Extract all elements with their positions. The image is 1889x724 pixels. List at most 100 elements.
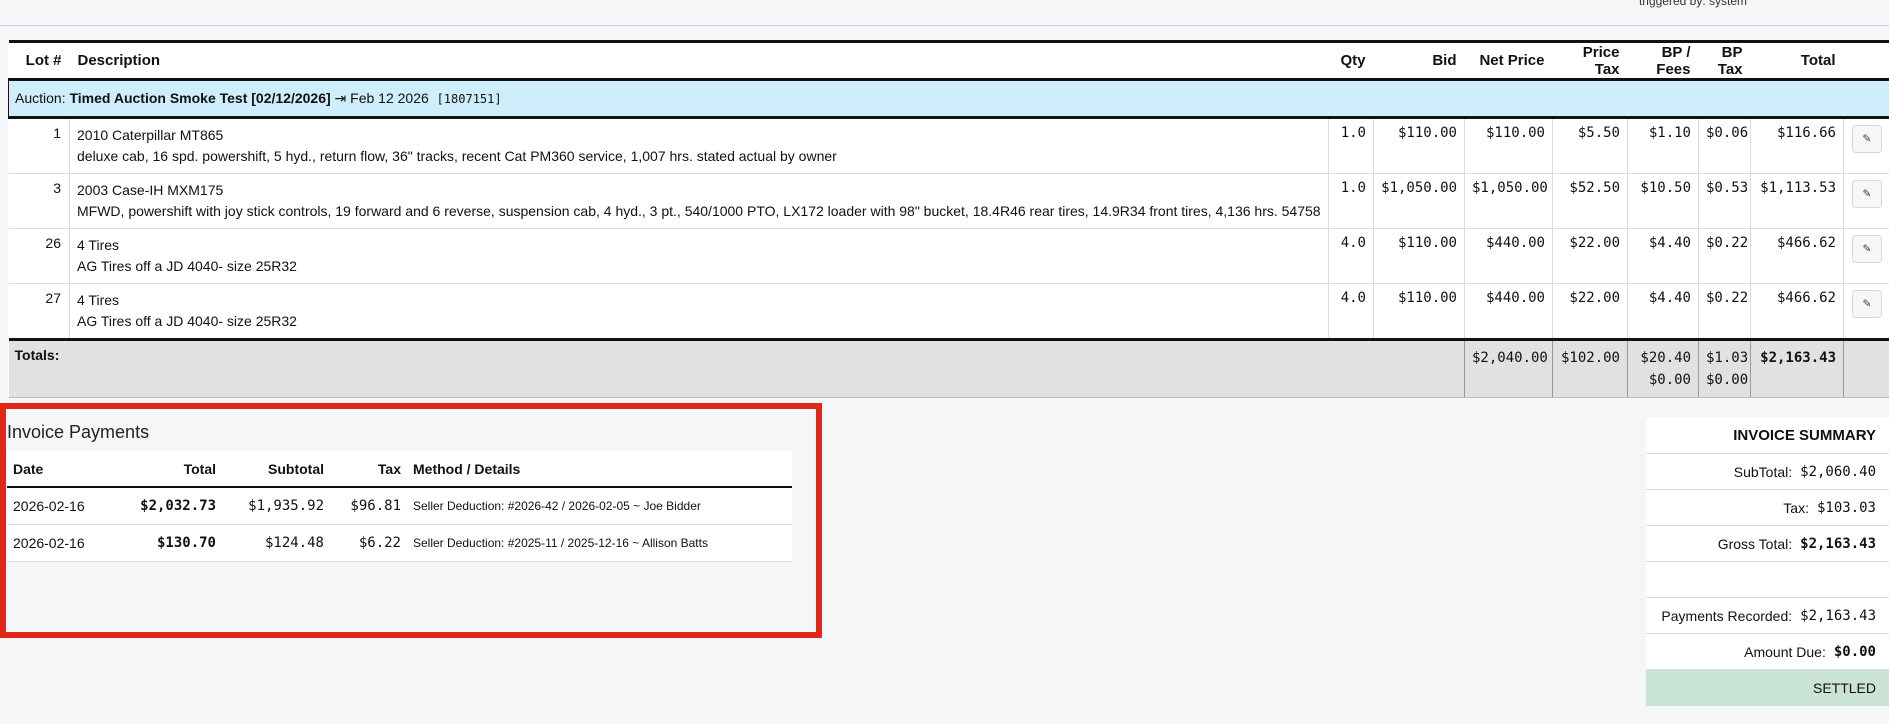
triggered-by-text: triggered by: system xyxy=(1638,0,1747,8)
lot-number: 26 xyxy=(8,228,70,284)
summary-subtotal-row: SubTotal: $2,060.40 xyxy=(1646,454,1889,490)
payments-title: Invoice Payments xyxy=(7,422,150,442)
lot-title: 2003 Case-IH MXM175 xyxy=(77,182,224,198)
lot-number: 27 xyxy=(8,283,70,340)
payments-col-date: Date xyxy=(7,451,107,488)
invoice-lots-table: Lot # Description Qty Bid Net Price Pric… xyxy=(8,40,1889,398)
summary-payments-row: Payments Recorded: $2,163.43 xyxy=(1646,598,1889,634)
payment-total: $2,032.73 xyxy=(107,487,222,525)
summary-gross-label: Gross Total: xyxy=(1717,535,1793,552)
summary-due-label: Amount Due: xyxy=(1744,643,1826,660)
lot-details: AG Tires off a JD 4040- size 25R32 xyxy=(77,258,297,274)
lot-bp-tax: $0.22 xyxy=(1698,228,1751,284)
lot-details: AG Tires off a JD 4040- size 25R32 xyxy=(77,313,297,329)
lot-details: MFWD, powershift with joy stick controls… xyxy=(77,203,1321,219)
summary-due-row: Amount Due: $0.00 xyxy=(1646,634,1889,670)
col-qty: Qty xyxy=(1328,40,1374,81)
edit-icon[interactable]: ✎ xyxy=(1851,125,1882,153)
lot-total: $466.62 xyxy=(1750,228,1844,284)
payment-total: $130.70 xyxy=(107,524,222,562)
summary-title: INVOICE SUMMARY xyxy=(1646,418,1889,454)
summary-payments-value: $2,163.43 xyxy=(1800,607,1876,624)
lot-total: $1,113.53 xyxy=(1750,173,1844,229)
lot-qty: 1.0 xyxy=(1328,117,1374,174)
auction-date: Feb 12 2026 xyxy=(350,90,429,106)
lot-details: deluxe cab, 16 spd. powershift, 5 hyd., … xyxy=(77,148,837,164)
summary-tax-row: Tax: $103.03 xyxy=(1646,490,1889,526)
edit-icon[interactable]: ✎ xyxy=(1851,180,1882,208)
totals-row: Totals: $2,040.00 $102.00 $20.40 $0.00 $1… xyxy=(8,338,1889,398)
lot-row: 27 4 Tires AG Tires off a JD 4040- size 2… xyxy=(8,283,1889,340)
lot-net-price: $110.00 xyxy=(1464,117,1553,174)
auction-row: Auction: Timed Auction Smoke Test [02/12… xyxy=(8,79,1889,119)
col-net-price: Net Price xyxy=(1464,40,1553,81)
lot-bid: $110.00 xyxy=(1373,283,1465,340)
totals-total: $2,163.43 xyxy=(1750,338,1844,398)
payments-col-total: Total xyxy=(107,451,222,488)
totals-bp-fees: $20.40 xyxy=(1640,350,1691,366)
col-description: Description xyxy=(69,40,1329,81)
status-badge: SETTLED xyxy=(1646,670,1889,706)
invoice-payments-panel: Invoice Payments Date Total Subtotal Tax… xyxy=(0,403,822,638)
lot-bid: $110.00 xyxy=(1373,117,1465,174)
payment-method: Seller Deduction: #2026-42 / 2026-02-05 … xyxy=(407,487,792,525)
lot-number: 1 xyxy=(8,117,70,174)
col-total: Total xyxy=(1750,40,1844,81)
totals-bp-tax-secondary: $0.00 xyxy=(1706,372,1749,388)
lot-bp-fees: $4.40 xyxy=(1627,228,1699,284)
payment-subtotal: $124.48 xyxy=(222,524,330,562)
payment-date: 2026-02-16 xyxy=(7,487,107,525)
auction-name: Timed Auction Smoke Test [02/12/2026] xyxy=(69,90,331,106)
lot-qty: 4.0 xyxy=(1328,228,1374,284)
lot-bid: $110.00 xyxy=(1373,228,1465,284)
lot-bp-tax: $0.53 xyxy=(1698,173,1751,229)
payment-method: Seller Deduction: #2025-11 / 2025-12-16 … xyxy=(407,524,792,562)
col-lot: Lot # xyxy=(8,40,70,81)
payment-subtotal: $1,935.92 xyxy=(222,487,330,525)
totals-bp-tax: $1.03 xyxy=(1706,350,1749,366)
summary-tax-value: $103.03 xyxy=(1816,499,1876,516)
summary-due-value: $0.00 xyxy=(1833,643,1876,660)
totals-net-price: $2,040.00 xyxy=(1464,338,1553,398)
col-bp-fees: BP / Fees xyxy=(1627,40,1699,81)
payment-tax: $6.22 xyxy=(330,524,407,562)
lot-title: 2010 Caterpillar MT865 xyxy=(77,127,224,143)
summary-payments-label: Payments Recorded: xyxy=(1661,607,1793,624)
lot-net-price: $1,050.00 xyxy=(1464,173,1553,229)
payments-col-tax: Tax xyxy=(330,451,407,488)
summary-subtotal-value: $2,060.40 xyxy=(1800,463,1876,480)
payment-row: 2026-02-16 $130.70 $124.48 $6.22 Seller … xyxy=(7,524,792,562)
lot-row: 3 2003 Case-IH MXM175 MFWD, powershift wi… xyxy=(8,173,1889,229)
col-actions xyxy=(1843,40,1889,81)
payments-col-method: Method / Details xyxy=(407,451,792,488)
lot-bp-fees: $1.10 xyxy=(1627,117,1699,174)
lot-total: $466.62 xyxy=(1750,283,1844,340)
lot-total: $116.66 xyxy=(1750,117,1844,174)
payments-table: Date Total Subtotal Tax Method / Details… xyxy=(7,451,792,562)
col-bid: Bid xyxy=(1373,40,1465,81)
totals-label: Totals: xyxy=(8,338,1329,398)
col-bp-tax: BP Tax xyxy=(1698,40,1751,81)
lot-row: 1 2010 Caterpillar MT865 deluxe cab, 16 s… xyxy=(8,117,1889,174)
edit-icon[interactable]: ✎ xyxy=(1851,235,1882,263)
summary-tax-label: Tax: xyxy=(1783,499,1809,516)
top-divider xyxy=(0,25,1889,26)
lot-qty: 1.0 xyxy=(1328,173,1374,229)
payment-tax: $96.81 xyxy=(330,487,407,525)
lot-title: 4 Tires xyxy=(77,237,120,253)
invoice-summary-panel: INVOICE SUMMARY SubTotal: $2,060.40 Tax:… xyxy=(1646,418,1889,706)
lot-bp-fees: $10.50 xyxy=(1627,173,1699,229)
totals-bp-fees-secondary: $0.00 xyxy=(1648,372,1691,388)
arrow-icon: ⇥ xyxy=(334,90,347,106)
summary-spacer xyxy=(1646,562,1889,598)
lot-bp-tax: $0.22 xyxy=(1698,283,1751,340)
edit-icon[interactable]: ✎ xyxy=(1851,290,1882,318)
summary-gross-row: Gross Total: $2,163.43 xyxy=(1646,526,1889,562)
lot-row: 26 4 Tires AG Tires off a JD 4040- size 2… xyxy=(8,228,1889,284)
payment-date: 2026-02-16 xyxy=(7,524,107,562)
payments-header-row: Date Total Subtotal Tax Method / Details xyxy=(7,451,792,488)
col-price-tax: Price Tax xyxy=(1552,40,1628,81)
lot-bp-fees: $4.40 xyxy=(1627,283,1699,340)
lot-number: 3 xyxy=(8,173,70,229)
lot-qty: 4.0 xyxy=(1328,283,1374,340)
